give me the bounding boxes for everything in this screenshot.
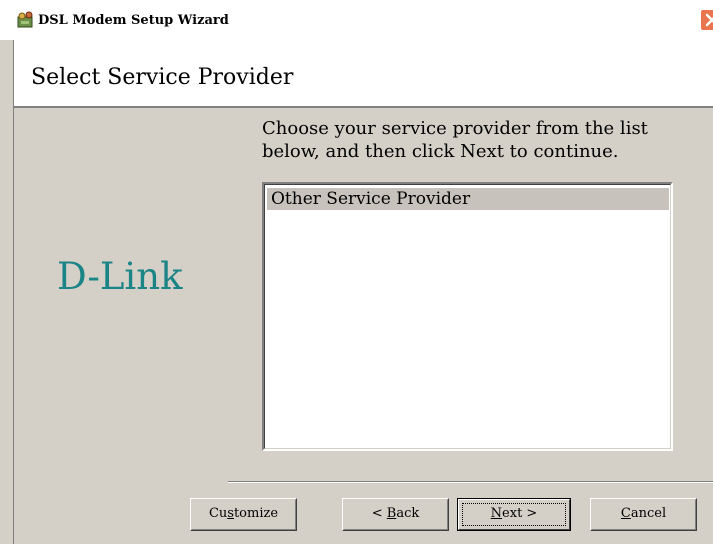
customize-label: Customize bbox=[208, 506, 279, 521]
close-icon bbox=[705, 13, 713, 27]
window-title: DSL Modem Setup Wizard bbox=[38, 13, 229, 28]
dlink-logo: D-Link bbox=[57, 255, 183, 298]
customize-button[interactable]: Customize bbox=[190, 498, 297, 531]
list-item-other-service-provider[interactable]: Other Service Provider bbox=[267, 188, 669, 210]
cancel-label: Cancel bbox=[620, 506, 667, 521]
wizard-app-icon bbox=[16, 11, 36, 29]
next-button[interactable]: Next > bbox=[457, 498, 571, 531]
instructions-text: Choose your service provider from the li… bbox=[262, 118, 648, 162]
wizard-header: Select Service Provider bbox=[13, 40, 713, 108]
title-bar: DSL Modem Setup Wizard bbox=[0, 0, 713, 40]
next-label: Next > bbox=[490, 506, 538, 521]
close-button[interactable] bbox=[700, 9, 713, 31]
cancel-button[interactable]: Cancel bbox=[590, 498, 697, 531]
list-inner bbox=[264, 184, 671, 449]
back-label: < Back bbox=[371, 506, 420, 521]
back-button[interactable]: < Back bbox=[342, 498, 449, 531]
service-provider-list[interactable]: Other Service Provider bbox=[262, 182, 673, 451]
separator bbox=[228, 481, 713, 483]
frame-border bbox=[13, 108, 14, 544]
page-title: Select Service Provider bbox=[31, 65, 294, 90]
